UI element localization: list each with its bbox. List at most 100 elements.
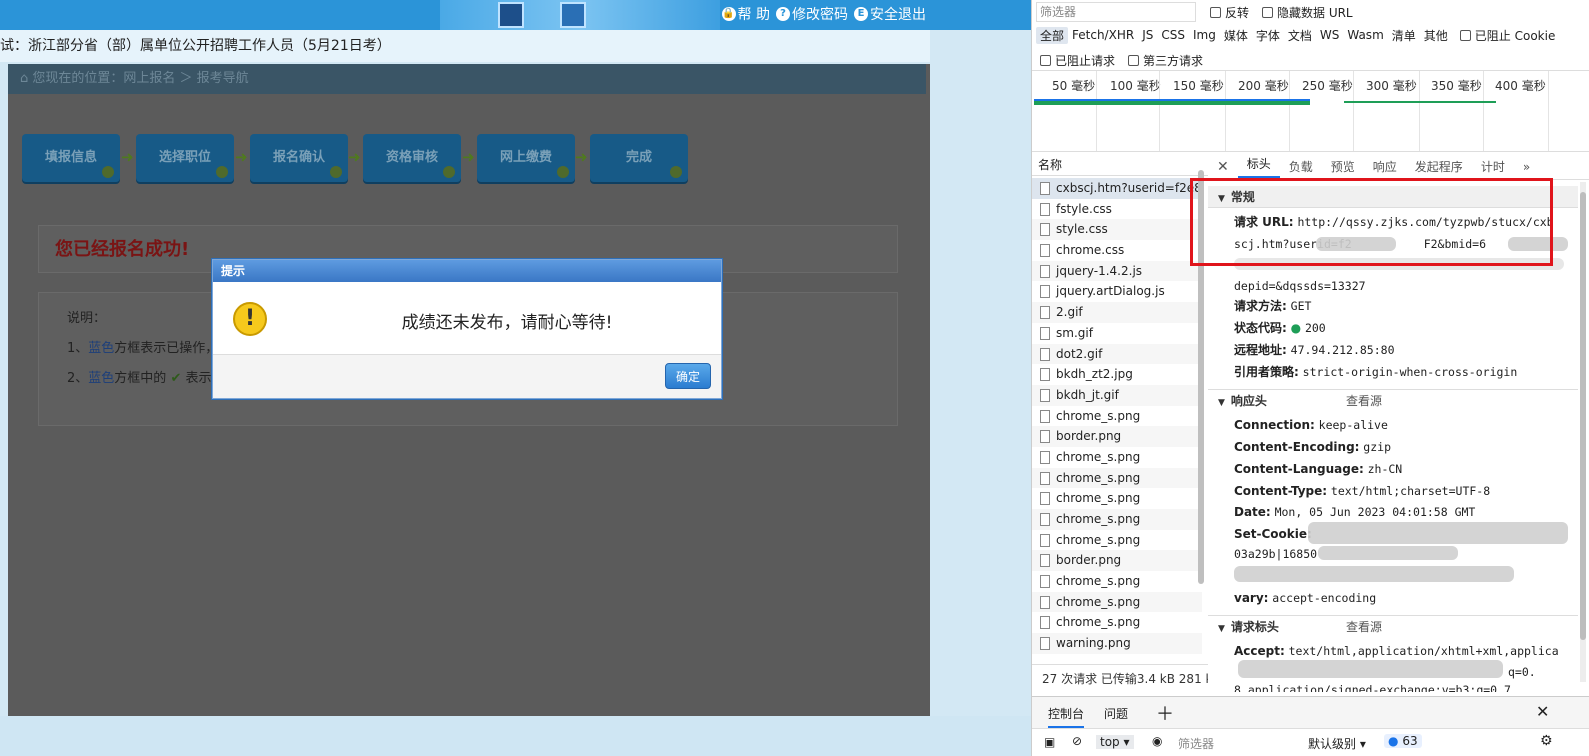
dialog-body: ! 成绩还未发布，请耐心等待!	[213, 282, 721, 354]
file-icon	[1040, 347, 1050, 361]
close-icon[interactable]: ✕	[1536, 702, 1549, 721]
request-row[interactable]: chrome_s.png	[1032, 571, 1202, 592]
redacted-area	[1238, 660, 1503, 678]
exit-icon: E	[854, 7, 868, 21]
step-complete[interactable]: 完成	[590, 134, 688, 182]
request-row[interactable]: dot2.gif	[1032, 343, 1202, 365]
tab-response[interactable]: 响应	[1364, 158, 1406, 175]
gear-icon[interactable]: ⚙	[1540, 733, 1553, 749]
hide-data-urls-checkbox[interactable]: 隐藏数据 URL	[1262, 4, 1353, 21]
close-icon[interactable]: ✕	[1208, 159, 1238, 175]
third-party-checkbox[interactable]: 第三方请求	[1128, 52, 1203, 69]
change-password-link[interactable]: ? 修改密码	[776, 4, 848, 24]
headers-scrollbar[interactable]	[1580, 182, 1586, 682]
checkbox-icon[interactable]	[1459, 29, 1471, 41]
more-tabs-icon[interactable]: »	[1514, 160, 1539, 174]
request-row[interactable]: 2.gif	[1032, 302, 1202, 323]
step-fill-info[interactable]: 填报信息	[22, 134, 120, 182]
type-all[interactable]: 全部	[1036, 26, 1069, 44]
step-payment[interactable]: 网上缴费	[477, 134, 575, 182]
request-row[interactable]: jquery.artDialog.js	[1032, 281, 1202, 302]
banner-illustration	[440, 0, 720, 30]
request-headers-section[interactable]: ▼ 请求标头 查看源	[1208, 615, 1578, 637]
waterfall-timeline[interactable]: 50 毫秒 100 毫秒 150 毫秒 200 毫秒 250 毫秒 300 毫秒…	[1032, 70, 1589, 152]
view-source-link[interactable]: 查看源	[1346, 390, 1382, 412]
notes-heading: 说明：	[67, 311, 107, 326]
console-filter-input[interactable]: 筛选器	[1178, 735, 1288, 752]
request-row[interactable]: chrome_s.png	[1032, 447, 1202, 468]
type-other[interactable]: 其他	[1420, 27, 1452, 44]
request-row[interactable]: chrome_s.png	[1032, 488, 1202, 509]
request-row[interactable]: jquery-1.4.2.js	[1032, 260, 1202, 282]
arrow-right-icon: ➜	[121, 148, 134, 166]
request-row[interactable]: style.css	[1032, 219, 1202, 241]
filter-input[interactable]: 筛选器	[1036, 2, 1196, 22]
tab-issues[interactable]: 问题	[1104, 705, 1128, 722]
check-icon	[102, 166, 114, 178]
request-row[interactable]: bkdh_zt2.jpg	[1032, 364, 1202, 385]
tab-headers[interactable]: 标头	[1237, 155, 1280, 178]
logout-link[interactable]: E 安全退出	[854, 4, 926, 24]
request-row[interactable]: chrome.css	[1032, 240, 1202, 261]
arrow-right-icon: ➜	[235, 148, 248, 166]
lock-icon: 🔒	[721, 7, 736, 21]
log-level-select[interactable]: 默认级别 ▾	[1308, 735, 1366, 752]
arrow-right-icon: ➜	[575, 148, 588, 166]
tab-console[interactable]: 控制台	[1048, 705, 1085, 728]
type-manifest[interactable]: 清单	[1388, 27, 1420, 44]
request-row[interactable]: sm.gif	[1032, 323, 1202, 344]
request-row[interactable]: chrome_s.png	[1032, 509, 1202, 530]
request-row[interactable]: chrome_s.png	[1032, 591, 1202, 613]
type-fetch[interactable]: Fetch/XHR	[1068, 28, 1138, 42]
step-confirm[interactable]: 报名确认	[250, 134, 348, 182]
banner-building-icon	[498, 2, 524, 28]
file-icon	[1040, 430, 1050, 444]
request-row[interactable]: chrome_s.png	[1032, 406, 1202, 427]
sidebar-toggle-icon[interactable]: ▣	[1044, 735, 1055, 749]
type-wasm[interactable]: Wasm	[1343, 28, 1387, 42]
web-page: 🔒 帮 助 ? 修改密码 E 安全退出 试：浙江部分省（部）属单位公开招聘工作人员（5…	[0, 0, 1031, 756]
request-row[interactable]: bkdh_jt.gif	[1032, 384, 1202, 406]
vary-row: vary: accept-encoding	[1234, 591, 1377, 605]
help-link[interactable]: 🔒 帮 助	[721, 4, 770, 24]
type-ws[interactable]: WS	[1316, 28, 1343, 42]
blocked-requests-checkbox[interactable]: 已阻止请求	[1040, 52, 1115, 69]
request-row[interactable]: chrome_s.png	[1032, 612, 1202, 633]
file-icon	[1040, 388, 1050, 402]
name-column-header[interactable]: 名称	[1032, 154, 1208, 176]
tab-initiator[interactable]: 发起程序	[1406, 158, 1472, 175]
request-row[interactable]: chrome_s.png	[1032, 530, 1202, 551]
eye-icon[interactable]: ◉	[1152, 734, 1162, 748]
dialog-footer: 确定	[213, 354, 721, 398]
redacted-area	[1234, 566, 1514, 582]
request-row[interactable]: cxbscj.htm?userid=f2e821	[1032, 178, 1202, 199]
type-js[interactable]: JS	[1138, 28, 1157, 42]
remote-address-row: 远程地址: 47.94.212.85:80	[1234, 343, 1395, 357]
type-css[interactable]: CSS	[1157, 28, 1189, 42]
check-icon	[216, 166, 228, 178]
web-footer	[0, 716, 1031, 756]
type-doc[interactable]: 文档	[1284, 27, 1316, 44]
triangle-down-icon: ▼	[1218, 624, 1225, 634]
add-tab-icon[interactable]: ＋	[1156, 700, 1174, 726]
type-font[interactable]: 字体	[1252, 27, 1284, 44]
request-row[interactable]: border.png	[1032, 550, 1202, 572]
type-img[interactable]: Img	[1189, 28, 1220, 42]
clear-console-icon[interactable]: ⊘	[1072, 734, 1082, 748]
tab-timing[interactable]: 计时	[1472, 158, 1514, 175]
step-qualification[interactable]: 资格审核	[363, 134, 461, 182]
invert-checkbox[interactable]: 反转	[1210, 4, 1249, 21]
step-select-position[interactable]: 选择职位	[136, 134, 234, 182]
type-media[interactable]: 媒体	[1220, 27, 1252, 44]
ok-button[interactable]: 确定	[665, 363, 711, 389]
view-source-link[interactable]: 查看源	[1346, 616, 1382, 638]
issues-badge[interactable]: ● 63	[1384, 734, 1422, 748]
response-headers-section[interactable]: ▼ 响应头 查看源	[1208, 389, 1578, 411]
request-row[interactable]: chrome_s.png	[1032, 467, 1202, 489]
tab-payload[interactable]: 负载	[1280, 158, 1322, 175]
request-row[interactable]: border.png	[1032, 426, 1202, 447]
context-select[interactable]: top ▾	[1096, 735, 1134, 749]
request-row[interactable]: fstyle.css	[1032, 199, 1202, 220]
tab-preview[interactable]: 预览	[1322, 158, 1364, 175]
request-row[interactable]: warning.png	[1032, 633, 1202, 654]
